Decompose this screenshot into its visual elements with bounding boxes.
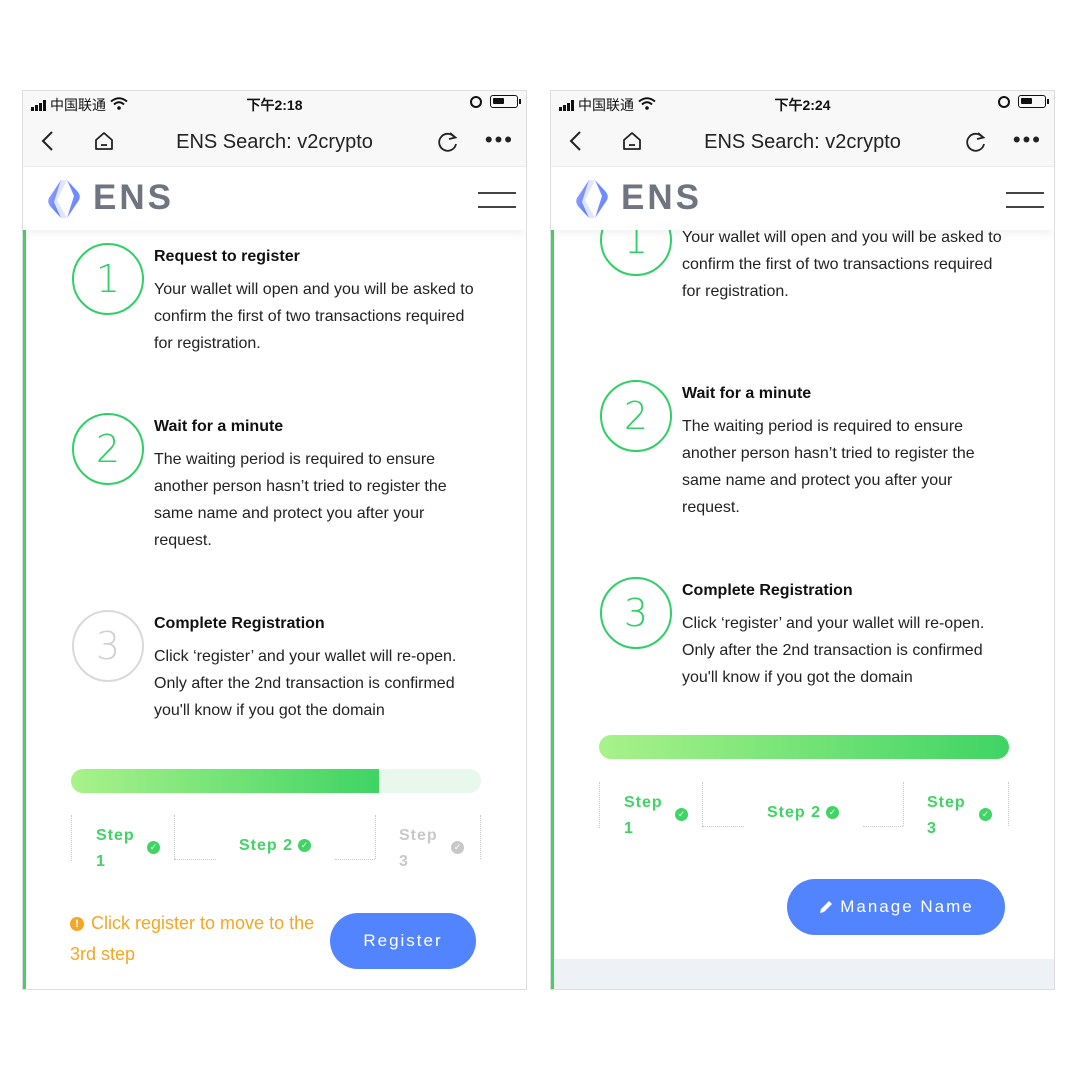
status-time: 下午2:18: [246, 97, 303, 113]
brand-name: ENS: [93, 178, 174, 217]
step-description: Your wallet will open and you will be as…: [682, 230, 1002, 300]
rotation-lock-icon: [998, 95, 1010, 108]
more-options-icon[interactable]: •••: [1013, 127, 1042, 153]
status-bar: 中国联通 下午2:24: [551, 91, 1054, 117]
step-indicator-3: Step 3: [399, 827, 438, 870]
step-3-circle: 3: [72, 610, 144, 682]
phone-screen-right: 中国联通 下午2:24 ENS Search: v2crypto ••• ENS: [550, 90, 1055, 990]
brand-name: ENS: [621, 178, 702, 217]
ens-logo-icon[interactable]: [573, 178, 611, 220]
warning-message: ! Click register to move to the 3rd step: [70, 913, 315, 964]
back-arrow-icon[interactable]: [37, 129, 59, 153]
step-description: Click ‘register’ and your wallet will re…: [682, 615, 985, 686]
step-description: Click ‘register’ and your wallet will re…: [154, 648, 457, 719]
step-indicator-1: Step 1: [624, 794, 663, 837]
ens-header: ENS: [23, 168, 526, 230]
manage-name-button[interactable]: Manage Name: [787, 879, 1005, 935]
progress-bar: [599, 735, 1009, 759]
reload-icon[interactable]: [436, 130, 460, 154]
step-2-circle: 2: [600, 380, 672, 452]
step-indicator-2: Step 2 ✓: [767, 804, 840, 822]
registration-content: 1 Your wallet will open and you will be …: [551, 230, 1054, 989]
registration-content: 1 Request to register Your wallet will o…: [23, 230, 526, 989]
ens-logo-icon[interactable]: [45, 178, 83, 220]
step-description: The waiting period is required to ensure…: [154, 451, 447, 549]
step-indicator-1: Step 1: [96, 827, 135, 870]
battery-icon: [490, 95, 521, 108]
step-title: Wait for a minute: [154, 418, 284, 435]
battery-icon: [1018, 95, 1049, 108]
step-3-circle: 3: [600, 577, 672, 649]
menu-icon[interactable]: [478, 192, 516, 208]
step-title: Complete Registration: [682, 582, 853, 599]
warning-icon: !: [70, 917, 84, 932]
step-1-circle: 1: [72, 243, 144, 315]
back-arrow-icon[interactable]: [565, 129, 587, 153]
step-indicator-3: Step 3: [927, 794, 966, 837]
status-bar: 中国联通 下午2:18: [23, 91, 526, 117]
ens-header: ENS: [551, 168, 1054, 230]
pending-icon: ✓: [451, 841, 464, 854]
step-indicator: Step 1 ✓ Step 2 ✓ Step 3 ✓: [71, 815, 481, 875]
rotation-lock-icon: [470, 95, 482, 108]
step-indicator-2: Step 2 ✓: [239, 837, 312, 855]
reload-icon[interactable]: [964, 130, 988, 154]
check-icon: ✓: [979, 808, 992, 821]
progress-fill: [599, 735, 1009, 759]
manage-name-label: Manage Name: [840, 897, 974, 916]
page-title: ENS Search: v2crypto: [176, 131, 373, 153]
progress-fill: [71, 769, 379, 793]
register-button[interactable]: Register: [330, 913, 476, 969]
step-2-circle: 2: [72, 413, 144, 485]
progress-bar: [71, 769, 481, 793]
menu-icon[interactable]: [1006, 192, 1044, 208]
step-description: Your wallet will open and you will be as…: [154, 281, 474, 352]
page-title: ENS Search: v2crypto: [704, 131, 901, 153]
pencil-icon: [820, 901, 833, 913]
check-icon: ✓: [675, 808, 688, 821]
phone-screen-left: 中国联通 下午2:18 ENS Search: v2crypto ••• ENS: [22, 90, 527, 990]
check-icon: ✓: [147, 841, 160, 854]
step-1-circle: 1: [600, 230, 672, 276]
step-description: The waiting period is required to ensure…: [682, 418, 975, 516]
step-indicator: Step 1 ✓ Step 2 ✓ Step 3 ✓: [599, 782, 1009, 842]
step-title: Wait for a minute: [682, 385, 812, 402]
check-icon: ✓: [826, 806, 840, 820]
home-icon[interactable]: [621, 130, 643, 152]
more-options-icon[interactable]: •••: [485, 127, 514, 153]
step-title: Request to register: [154, 248, 300, 265]
page-footer: [554, 959, 1054, 989]
check-icon: ✓: [298, 839, 312, 853]
browser-navbar: ENS Search: v2crypto •••: [551, 117, 1054, 167]
home-icon[interactable]: [93, 130, 115, 152]
status-time: 下午2:24: [774, 97, 831, 113]
step-title: Complete Registration: [154, 615, 325, 632]
browser-navbar: ENS Search: v2crypto •••: [23, 117, 526, 167]
